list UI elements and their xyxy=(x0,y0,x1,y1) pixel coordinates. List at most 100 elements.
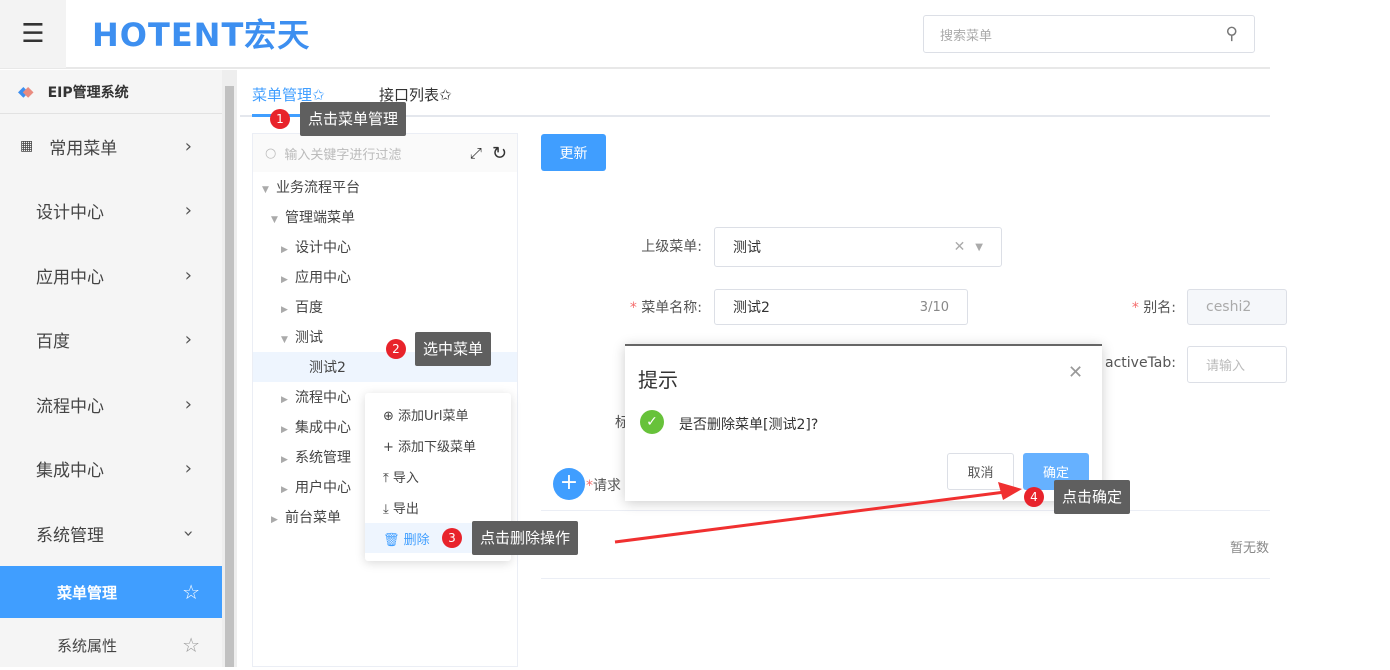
sidebar-item-common[interactable]: ▦ 常用菜单 › xyxy=(0,121,222,171)
sidebar-item-label: 应用中心 xyxy=(36,267,104,288)
menu-name-input[interactable]: 测试2 3/10 xyxy=(714,289,968,325)
tree-node-label: 应用中心 xyxy=(295,270,351,286)
caret-right-icon: ▶ xyxy=(281,395,288,405)
tree-node[interactable]: ▶ 流程中心 xyxy=(281,387,351,407)
update-button[interactable]: 更新 xyxy=(541,134,606,171)
tree-node[interactable]: ▶ 系统管理 xyxy=(281,447,351,467)
tree-node[interactable]: ▶ 前台菜单 xyxy=(271,507,341,527)
tree-node[interactable]: ▶ 集成中心 xyxy=(281,417,351,437)
annotation-tooltip-3: 点击删除操作 xyxy=(472,521,579,555)
clear-icon[interactable]: ✕ xyxy=(954,239,966,255)
star-icon[interactable]: ☆ xyxy=(182,580,200,604)
sidebar-item-label: 集成中心 xyxy=(36,460,104,481)
chevron-right-icon: › xyxy=(184,135,192,157)
chevron-right-icon: › xyxy=(184,199,192,221)
close-icon[interactable]: ✕ xyxy=(1068,362,1083,383)
label-text: 请求 xyxy=(593,478,621,494)
tree-node-selected[interactable]: 测试2 xyxy=(309,357,346,377)
label-text: 菜单名称: xyxy=(641,300,702,316)
menu-item-add-url[interactable]: ⊕ 添加Url菜单 xyxy=(383,405,469,424)
caret-right-icon: ▶ xyxy=(281,455,288,465)
menu-item-label: 导出 xyxy=(392,502,419,517)
logo: HOTENT宏天 xyxy=(92,16,311,54)
label-text: 别名: xyxy=(1143,300,1176,316)
tree-node[interactable]: ▶ 应用中心 xyxy=(281,267,351,287)
sidebar-scrollbar[interactable] xyxy=(222,70,237,667)
sidebar-item-label: 百度 xyxy=(36,331,70,352)
sidebar-item-flow[interactable]: 流程中心 › xyxy=(0,379,222,429)
menu-toggle-icon[interactable]: ☰ xyxy=(0,0,66,68)
upload-icon: ⤒ xyxy=(383,471,393,486)
star-icon[interactable]: ☆ xyxy=(182,633,200,657)
menu-item-label: 添加Url菜单 xyxy=(398,409,469,424)
search-icon: ○ xyxy=(265,145,277,161)
caret-down-icon: ▼ xyxy=(271,215,278,225)
grid-icon: ▦ xyxy=(20,138,34,154)
active-tab-input[interactable]: 请输入 xyxy=(1187,346,1287,383)
sidebar-item-app[interactable]: 应用中心 › xyxy=(0,250,222,300)
search-input[interactable]: 搜索菜单 ⚲ xyxy=(923,15,1255,53)
search-placeholder: 搜索菜单 xyxy=(940,28,993,44)
step-badge-1: 1 xyxy=(270,109,290,129)
sidebar-item-system[interactable]: 系统管理 › xyxy=(0,508,222,558)
scrollbar-thumb[interactable] xyxy=(225,86,234,667)
sidebar-item-design[interactable]: 设计中心 › xyxy=(0,185,222,235)
menu-item-export[interactable]: ⤓ 导出 xyxy=(383,498,419,517)
menu-item-import[interactable]: ⤒ 导入 xyxy=(383,467,419,486)
caret-right-icon: ▶ xyxy=(281,275,288,285)
sidebar-item-label: 常用菜单 xyxy=(49,138,118,159)
sidebar-item-system-props[interactable]: 系统属性 ☆ xyxy=(0,620,222,670)
annotation-tooltip-1: 点击菜单管理 xyxy=(300,102,407,136)
filter-placeholder: 输入关键字进行过滤 xyxy=(284,147,402,163)
caret-right-icon: ▶ xyxy=(271,515,278,525)
chevron-right-icon: › xyxy=(184,328,192,350)
system-name: EIP管理系统 xyxy=(47,84,129,101)
tree-node[interactable]: ▼ 管理端菜单 xyxy=(271,207,355,227)
plus-circle-icon: ⊕ xyxy=(383,409,399,424)
menu-item-label: 添加下级菜单 xyxy=(398,440,477,455)
char-count: 3/10 xyxy=(919,299,949,315)
system-logo-icon: ◆◆ xyxy=(18,83,34,100)
tree-node[interactable]: ▶ 设计中心 xyxy=(281,237,351,257)
tree-node[interactable]: ▶ 百度 xyxy=(281,297,323,317)
table-divider xyxy=(541,578,1270,579)
dialog-title: 提示 xyxy=(638,368,678,392)
sidebar-item-menu-manage[interactable]: 菜单管理 ☆ xyxy=(0,566,222,618)
tree-node[interactable]: ▶ 用户中心 xyxy=(281,477,351,497)
tree-node-label: 用户中心 xyxy=(295,480,351,496)
alias-label: * 别名: xyxy=(1131,300,1176,316)
tree-node[interactable]: ▼ 业务流程平台 xyxy=(262,177,360,197)
tree-node-label: 前台菜单 xyxy=(285,510,341,526)
tree-node-label: 业务流程平台 xyxy=(276,180,360,196)
step-badge-3: 3 xyxy=(442,528,462,548)
tree-node-label: 测试 xyxy=(295,330,323,346)
table-divider xyxy=(541,510,1270,511)
caret-down-icon: ▼ xyxy=(281,335,288,345)
parent-menu-label: 上级菜单: xyxy=(641,239,702,255)
add-row-button[interactable]: + xyxy=(553,468,585,500)
tree-node[interactable]: ▼ 测试 xyxy=(281,327,323,347)
confirm-dialog: 提示 ✕ ✓ 是否删除菜单[测试2]? 取消 确定 xyxy=(625,344,1102,501)
chevron-right-icon: › xyxy=(184,457,192,479)
system-title: ◆◆ EIP管理系统 xyxy=(0,70,222,114)
caret-down-icon: ▼ xyxy=(262,185,269,195)
caret-right-icon: ▶ xyxy=(281,305,288,315)
sidebar-item-label: 设计中心 xyxy=(36,202,104,223)
sidebar-item-label: 系统管理 xyxy=(36,525,104,546)
expand-icon[interactable]: ⤢ xyxy=(470,144,482,162)
alias-input[interactable]: ceshi2 xyxy=(1187,289,1287,325)
menu-item-delete[interactable]: 🗑 删除 xyxy=(383,529,430,548)
sidebar-item-integration[interactable]: 集成中心 › xyxy=(0,443,222,493)
cancel-button[interactable]: 取消 xyxy=(947,453,1014,490)
parent-menu-select[interactable]: 测试 ✕ ▼ xyxy=(714,227,1002,267)
search-icon: ⚲ xyxy=(1225,24,1238,44)
sidebar-item-baidu[interactable]: 百度 › xyxy=(0,314,222,364)
tree-filter-input[interactable]: ○ 输入关键字进行过滤 ⤢ ↻ xyxy=(253,134,517,172)
caret-right-icon: ▶ xyxy=(281,245,288,255)
caret-right-icon: ▶ xyxy=(281,485,288,495)
menu-item-add-child[interactable]: + 添加下级菜单 xyxy=(383,436,476,455)
refresh-icon[interactable]: ↻ xyxy=(492,143,507,164)
menu-name-label: * 菜单名称: xyxy=(629,300,702,316)
select-value: 测试 xyxy=(733,240,761,256)
active-tab-label: activeTab: xyxy=(1105,355,1176,371)
